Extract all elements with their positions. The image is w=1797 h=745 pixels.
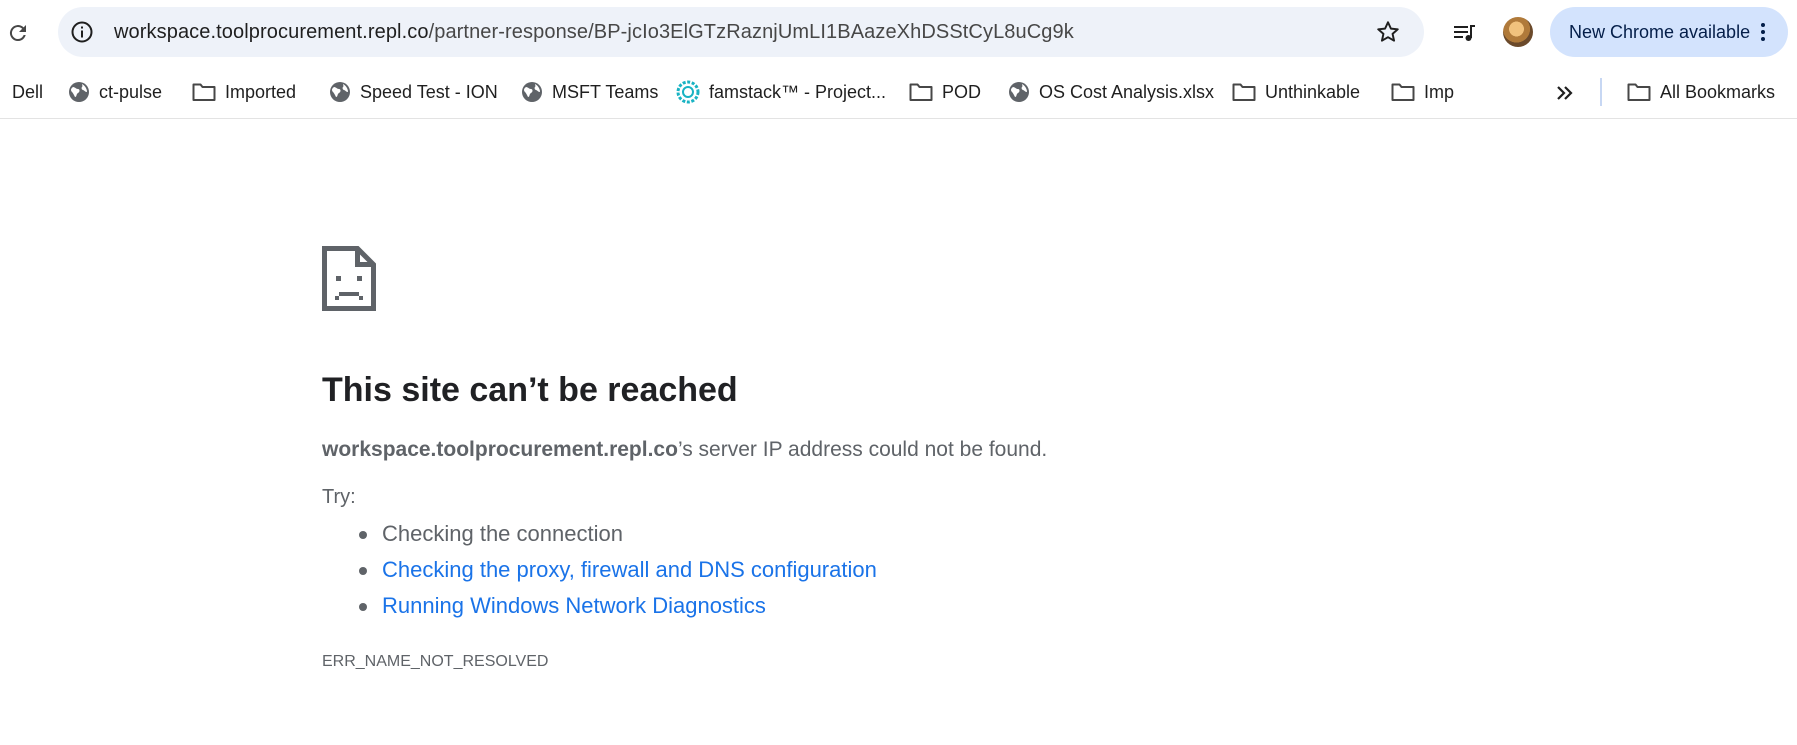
url-host: workspace.toolprocurement.repl.co (114, 21, 429, 43)
folder-icon (1391, 83, 1415, 101)
bookmark-unthinkable[interactable]: Unthinkable (1232, 76, 1360, 108)
sad-page-icon (322, 246, 376, 311)
bookmark-label: Imp (1424, 81, 1455, 102)
suggestion-proxy-link[interactable]: Checking the proxy, firewall and DNS con… (382, 557, 877, 582)
url-text[interactable]: workspace.toolprocurement.repl.co/partne… (114, 20, 1074, 44)
address-bar[interactable]: workspace.toolprocurement.repl.co/partne… (58, 7, 1424, 57)
bookmark-pod[interactable]: POD (909, 76, 981, 108)
url-path: /partner-response/BP-jcIo3ElGTzRaznjUmLI… (428, 21, 1074, 43)
all-bookmarks[interactable]: All Bookmarks (1627, 76, 1775, 108)
reload-icon[interactable] (6, 21, 30, 45)
suggestion-item: Checking the proxy, firewall and DNS con… (322, 552, 877, 588)
error-message: ’s server IP address could not be found. (677, 438, 1048, 461)
bookmark-label: Unthinkable (1265, 81, 1361, 102)
bookmark-label: MSFT Teams (552, 81, 659, 102)
browser-toolbar: workspace.toolprocurement.repl.co/partne… (0, 0, 1797, 66)
suggestion-diagnostics-link[interactable]: Running Windows Network Diagnostics (382, 593, 766, 618)
suggestion-check-connection: Checking the connection (382, 521, 623, 546)
new-chrome-button[interactable]: New Chrome available (1550, 7, 1788, 57)
bookmark-ct-pulse[interactable]: ct-pulse (68, 76, 162, 108)
suggestions-list: Checking the connection Checking the pro… (322, 516, 877, 624)
folder-icon (909, 83, 933, 101)
globe-icon (69, 82, 89, 102)
bookmarks-separator (1600, 78, 1602, 106)
globe-icon (1009, 82, 1029, 102)
error-host: workspace.toolprocurement.repl.co (322, 438, 678, 461)
folder-icon (192, 83, 216, 101)
folder-icon (1627, 83, 1651, 101)
bookmark-speed-test[interactable]: Speed Test - ION (329, 76, 498, 108)
suggestion-item: Running Windows Network Diagnostics (322, 588, 877, 624)
bookmark-os-cost[interactable]: OS Cost Analysis.xlsx (1008, 76, 1214, 108)
media-controls-icon[interactable] (1450, 19, 1478, 47)
site-info-icon[interactable] (70, 20, 94, 44)
bookmarks-bar: Dell ct-pulse Imported Speed Test - ION … (0, 66, 1797, 119)
folder-icon (1232, 83, 1256, 101)
famstack-icon (676, 80, 700, 104)
profile-avatar[interactable] (1503, 17, 1533, 47)
globe-icon (522, 82, 542, 102)
bookmark-label: ct-pulse (99, 81, 163, 102)
kebab-menu-icon[interactable] (1758, 20, 1768, 44)
bookmark-label: OS Cost Analysis.xlsx (1039, 81, 1215, 102)
update-label: New Chrome available (1569, 22, 1751, 42)
bookmark-famstack[interactable]: famstack™ - Project... (676, 76, 886, 108)
bookmark-label: Dell (12, 81, 44, 102)
chevron-double-right-icon[interactable] (1553, 81, 1577, 105)
bookmark-imp[interactable]: Imp (1391, 76, 1454, 108)
suggestion-item: Checking the connection (322, 516, 877, 552)
bookmark-imported[interactable]: Imported (192, 76, 296, 108)
error-code: ERR_NAME_NOT_RESOLVED (322, 653, 549, 670)
error-title: This site can’t be reached (322, 371, 738, 409)
bookmark-msft-teams[interactable]: MSFT Teams (521, 76, 658, 108)
bookmark-label: Imported (225, 81, 297, 102)
try-label: Try: (322, 486, 356, 508)
all-bookmarks-label: All Bookmarks (1660, 81, 1776, 102)
error-description: workspace.toolprocurement.repl.co’s serv… (322, 436, 1047, 464)
star-icon[interactable] (1375, 19, 1401, 45)
bookmark-label: famstack™ - Project... (709, 81, 887, 102)
bookmark-label: Speed Test - ION (360, 81, 498, 102)
bookmark-label: POD (942, 81, 982, 102)
globe-icon (330, 82, 350, 102)
bookmark-dell[interactable]: Dell (12, 76, 43, 108)
